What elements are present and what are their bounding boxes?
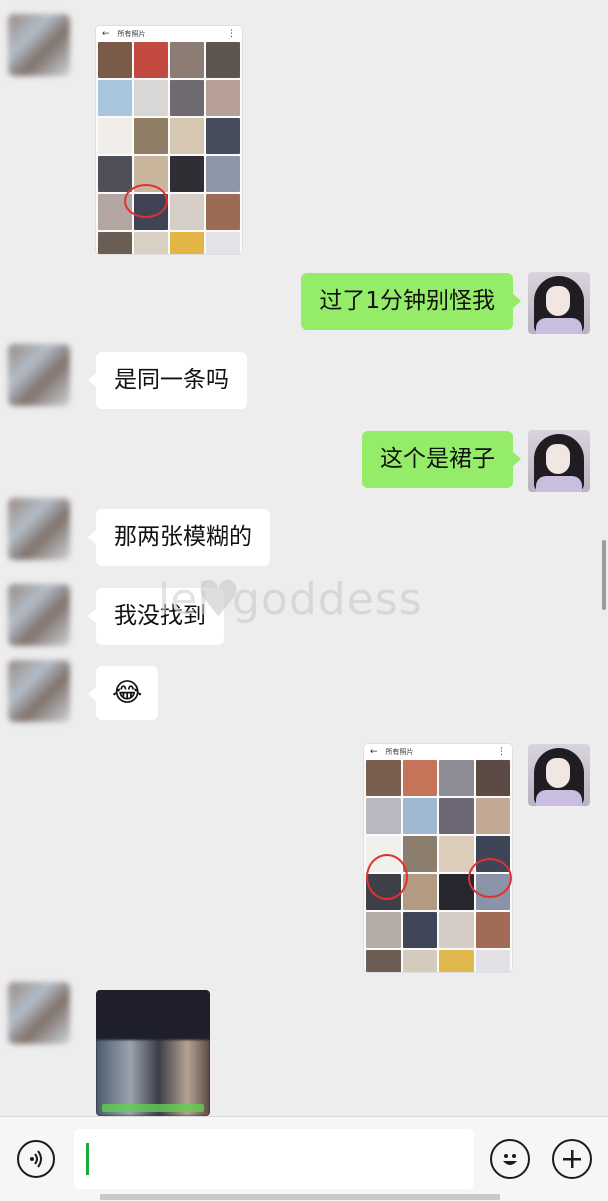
message-bubble-outgoing[interactable]: 过了1分钟别怪我 <box>301 273 521 330</box>
video-subtitle <box>102 1104 204 1112</box>
highlight-circle <box>124 184 168 218</box>
screenshot-header: ← 所有照片 ⋮ <box>364 744 512 760</box>
voice-button[interactable] <box>17 1140 55 1178</box>
message-bubble-outgoing[interactable]: 这个是裙子 <box>362 431 521 488</box>
highlight-circle <box>366 854 408 900</box>
back-arrow-icon: ← <box>370 747 378 757</box>
home-indicator <box>100 1194 500 1200</box>
contact-avatar[interactable] <box>8 982 70 1044</box>
watermark: goddess <box>232 574 423 625</box>
screenshot-header: ← 所有照片 ⋮ <box>96 26 242 42</box>
highlight-circle <box>468 858 512 898</box>
contact-avatar[interactable] <box>8 584 70 646</box>
plus-button[interactable] <box>552 1139 592 1179</box>
more-icon: ⋮ <box>227 29 236 39</box>
text-cursor <box>86 1143 89 1175</box>
more-icon: ⋮ <box>497 747 506 757</box>
screenshot-title: 所有照片 <box>385 748 414 756</box>
contact-avatar[interactable] <box>8 14 70 76</box>
contact-avatar[interactable] <box>8 498 70 560</box>
message-input[interactable] <box>74 1129 474 1189</box>
photo-grid <box>96 42 242 254</box>
emoji-message[interactable]: 😂 <box>87 666 159 720</box>
shared-video[interactable] <box>96 990 210 1116</box>
composer-bar <box>0 1116 608 1201</box>
scrollbar[interactable] <box>602 540 606 610</box>
shared-screenshot-1[interactable]: ← 所有照片 ⋮ <box>96 26 242 254</box>
my-avatar[interactable] <box>528 272 590 334</box>
my-avatar[interactable] <box>528 430 590 492</box>
plus-icon <box>563 1150 581 1168</box>
emoji-button[interactable] <box>490 1139 530 1179</box>
voice-icon <box>30 1150 42 1168</box>
back-arrow-icon: ← <box>102 29 110 39</box>
contact-avatar[interactable] <box>8 660 70 722</box>
message-bubble-incoming[interactable]: 那两张模糊的 <box>88 509 270 566</box>
my-avatar[interactable] <box>528 744 590 806</box>
contact-avatar[interactable] <box>8 344 70 406</box>
emoji-icon <box>503 1154 517 1165</box>
screenshot-title: 所有照片 <box>117 30 146 38</box>
message-bubble-incoming[interactable]: 是同一条吗 <box>88 352 247 409</box>
shared-screenshot-2[interactable]: ← 所有照片 ⋮ <box>364 744 512 972</box>
